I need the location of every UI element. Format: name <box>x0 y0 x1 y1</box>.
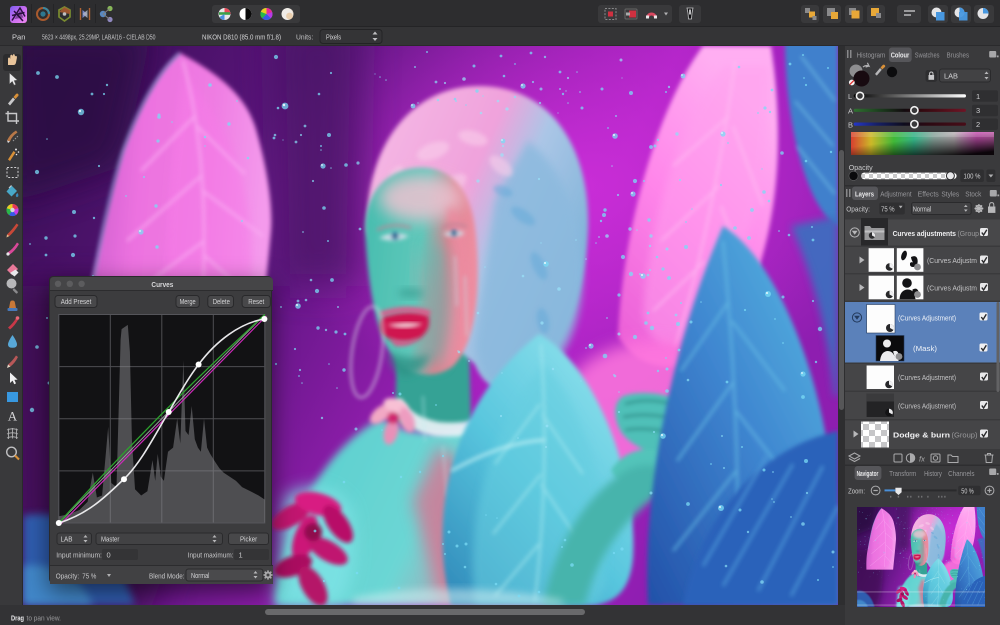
svg-text:2: 2 <box>976 120 980 129</box>
svg-text:Blend Mode:: Blend Mode: <box>149 572 185 581</box>
svg-text:Input minimum:: Input minimum: <box>56 551 102 560</box>
svg-text:Normal: Normal <box>191 571 210 580</box>
svg-text:(Curves Adjustm: (Curves Adjustm <box>927 256 977 265</box>
svg-text:Drag: Drag <box>11 614 24 623</box>
svg-text:Master: Master <box>101 535 120 544</box>
svg-text:75 %: 75 % <box>881 205 895 214</box>
svg-text:Opacity:: Opacity: <box>56 572 79 581</box>
svg-text:Opacity: Opacity <box>849 163 873 172</box>
svg-text:Transform: Transform <box>889 469 916 478</box>
svg-text:Input maximum:: Input maximum: <box>188 551 234 560</box>
svg-text:Curves: Curves <box>151 280 173 289</box>
svg-text:1: 1 <box>239 551 243 560</box>
svg-text:100 %: 100 % <box>964 172 981 181</box>
svg-text:fx: fx <box>919 455 925 464</box>
svg-text:50 %: 50 % <box>961 486 974 495</box>
svg-text:Curves adjustments: Curves adjustments <box>893 229 956 238</box>
svg-text:Add Preset: Add Preset <box>61 297 92 306</box>
svg-text:Dodge & burn: Dodge & burn <box>893 431 950 440</box>
svg-text:Layers: Layers <box>855 190 874 199</box>
svg-text:NIKON D810 (85.0 mm f/1.8): NIKON D810 (85.0 mm f/1.8) <box>202 33 281 42</box>
svg-text:Opacity:: Opacity: <box>846 205 870 214</box>
svg-text:Reset: Reset <box>248 297 265 306</box>
svg-text:(Mask): (Mask) <box>913 344 938 353</box>
svg-text:0: 0 <box>107 551 111 560</box>
svg-text:Delete: Delete <box>213 297 230 306</box>
svg-text:Navigator: Navigator <box>857 469 879 478</box>
svg-text:5623 × 4498px, 25.29MP, LABA/1: 5623 × 4498px, 25.29MP, LABA/16 - CIELAB… <box>42 33 156 42</box>
svg-text:(Curves Adjustment): (Curves Adjustment) <box>898 373 956 382</box>
svg-text:Adjustment: Adjustment <box>880 190 912 199</box>
svg-text:(Curves Adjustment): (Curves Adjustment) <box>898 314 956 323</box>
svg-text:3: 3 <box>976 106 980 115</box>
svg-text:L: L <box>848 92 852 101</box>
svg-text:(Curves Adjustment): (Curves Adjustment) <box>898 402 956 411</box>
svg-text:Styles: Styles <box>941 190 959 199</box>
svg-text:Units:: Units: <box>296 33 313 42</box>
svg-text:Pan: Pan <box>12 33 25 42</box>
svg-text:Zoom:: Zoom: <box>848 487 865 496</box>
svg-text:Brushes: Brushes <box>947 51 970 60</box>
svg-text:(Group): (Group) <box>952 431 979 440</box>
svg-text:LAB: LAB <box>61 535 73 544</box>
svg-text:to pan view.: to pan view. <box>27 614 62 623</box>
svg-text:Swatches: Swatches <box>915 51 940 60</box>
svg-text:B: B <box>848 121 853 130</box>
svg-text:Merge: Merge <box>180 297 196 306</box>
svg-text:Histogram: Histogram <box>857 51 886 60</box>
svg-text:Picker: Picker <box>240 535 258 544</box>
svg-text:Normal: Normal <box>913 205 932 214</box>
svg-text:Colour: Colour <box>891 51 910 60</box>
svg-text:Pixels: Pixels <box>326 33 341 42</box>
svg-text:(Group: (Group <box>958 229 980 238</box>
svg-text:History: History <box>924 469 942 478</box>
svg-text:1: 1 <box>976 92 980 101</box>
svg-text:A: A <box>848 107 853 116</box>
svg-text:Stock: Stock <box>965 190 981 199</box>
svg-text:(Curves Adjustm: (Curves Adjustm <box>927 284 977 293</box>
svg-text:75 %: 75 % <box>82 572 96 581</box>
svg-text:Effects: Effects <box>918 190 939 199</box>
svg-text:A: A <box>8 409 18 424</box>
svg-text:Channels: Channels <box>948 469 975 478</box>
svg-text:LAB: LAB <box>944 72 958 81</box>
